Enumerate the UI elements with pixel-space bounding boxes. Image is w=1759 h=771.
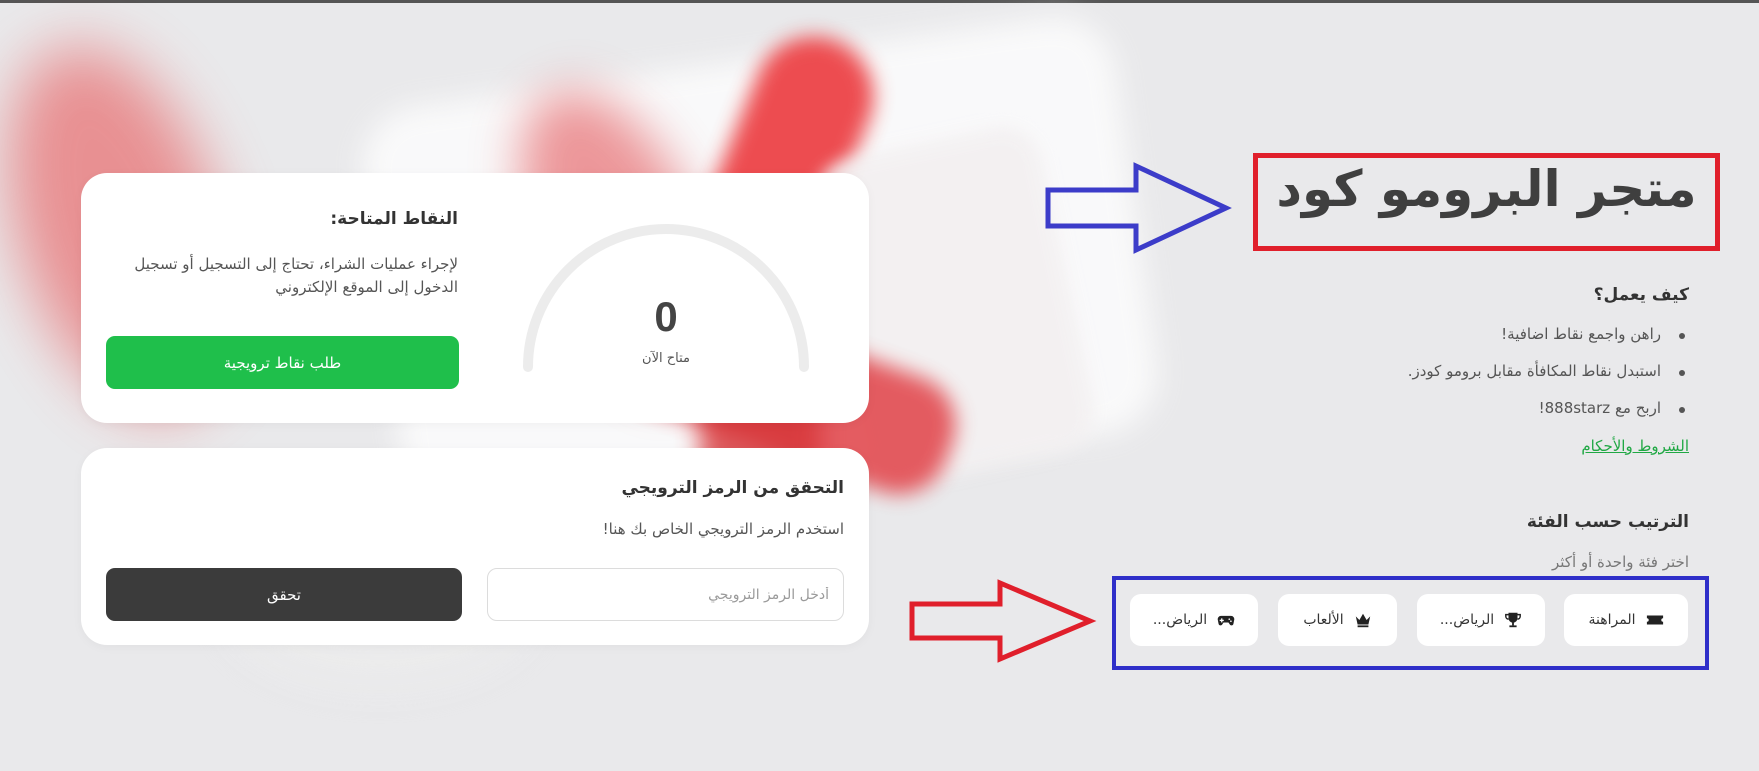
verify-title: التحقق من الرمز الترويجي [621, 478, 844, 498]
how-it-works-title: كيف يعمل؟ [1593, 285, 1689, 305]
gamepad-icon [1217, 615, 1235, 626]
available-points-card: النقاط المتاحة: لإجراء عمليات الشراء، تح… [81, 173, 869, 423]
category-label: الرياض... [1439, 612, 1495, 628]
ticket-icon [1646, 615, 1663, 625]
crown-icon [1355, 613, 1370, 628]
verify-description: استخدم الرمز الترويجي الخاص بك هنا! [602, 520, 844, 538]
points-value: 0 [654, 293, 678, 340]
blue-arrow-right-icon [1045, 162, 1232, 254]
category-chip-games[interactable]: الألعاب [1278, 594, 1397, 646]
how-it-works-list: راهن واجمع نقاط اضافية! استبدل نقاط المك… [1408, 325, 1689, 436]
trophy-icon [1505, 612, 1522, 628]
points-available-label: متاح الآن [642, 351, 690, 366]
promo-code-input[interactable] [487, 568, 844, 621]
category-label: المراهنة [1588, 612, 1636, 628]
list-item: راهن واجمع نقاط اضافية! [1408, 325, 1689, 362]
page-title: متجر البرومو كود [1276, 160, 1697, 218]
category-label: الألعاب [1303, 612, 1344, 628]
verify-button[interactable]: تحقق [106, 568, 462, 621]
points-description: لإجراء عمليات الشراء، تحتاج إلى التسجيل … [134, 255, 458, 296]
request-promo-points-button[interactable]: طلب نقاط ترويجية [106, 336, 459, 389]
category-chip-esports[interactable]: الرياض... [1130, 594, 1258, 646]
points-title: النقاط المتاحة: [330, 209, 458, 229]
terms-link[interactable]: الشروط والأحكام [1581, 437, 1689, 455]
promo-verify-card: التحقق من الرمز الترويجي استخدم الرمز ال… [81, 448, 869, 645]
red-arrow-right-icon [909, 579, 1097, 663]
category-chip-sports[interactable]: الرياض... [1417, 594, 1545, 646]
list-item: استبدل نقاط المكافأة مقابل برومو كودز. [1408, 362, 1689, 399]
list-item: اربح مع 888starz! [1408, 399, 1689, 436]
category-chip-betting[interactable]: المراهنة [1564, 594, 1688, 646]
category-label: الرياض... [1152, 612, 1208, 628]
sort-by-category-description: اختر فئة واحدة أو أكثر [1552, 553, 1689, 571]
sort-by-category-title: الترتيب حسب الفئة [1526, 512, 1689, 532]
